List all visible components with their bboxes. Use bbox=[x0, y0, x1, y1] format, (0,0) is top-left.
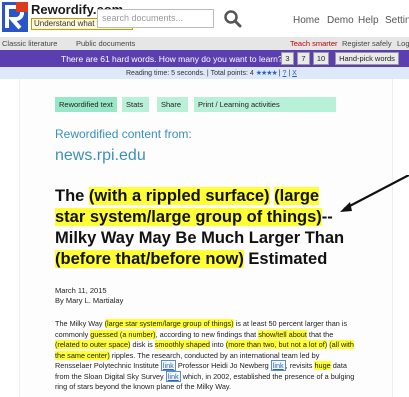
learn-3-button[interactable]: 3 bbox=[281, 52, 294, 65]
source-domain[interactable]: news.rpi.edu bbox=[55, 147, 146, 165]
hard-words-question: There are 61 hard words. How many do you… bbox=[61, 54, 283, 64]
rpi-link[interactable]: link bbox=[160, 360, 176, 371]
login-link[interactable]: Log bbox=[397, 39, 409, 48]
reworded-phrase[interactable]: smoothly shaped bbox=[154, 340, 210, 349]
logo-icon[interactable] bbox=[2, 2, 28, 32]
body-text: The Milky Way bbox=[55, 319, 105, 328]
body-text: , according to new findings that bbox=[155, 329, 259, 339]
tab-print-learning[interactable]: Print / Learning activities bbox=[194, 97, 336, 112]
nav-settings[interactable]: Settings bbox=[385, 15, 409, 26]
reworded-phrase[interactable]: huge bbox=[314, 361, 331, 370]
reading-time-bar: Reading time: 5 seconds. | Total points:… bbox=[0, 67, 409, 79]
article-date: March 11, 2015 bbox=[55, 286, 107, 295]
body-text: , revisits bbox=[285, 361, 315, 370]
register-link[interactable]: Register safely bbox=[342, 39, 392, 48]
reworded-phrase[interactable]: (related to outer space) bbox=[55, 340, 131, 349]
body-text: disk is bbox=[130, 340, 155, 349]
reworded-phrase[interactable]: guessed (a number) bbox=[90, 329, 156, 339]
learn-10-button[interactable]: 10 bbox=[313, 52, 329, 65]
stars-rating: ★★★★ bbox=[255, 70, 278, 77]
learn-7-button[interactable]: 7 bbox=[297, 52, 310, 65]
tab-stats[interactable]: Stats bbox=[122, 97, 149, 112]
nav-demo[interactable]: Demo bbox=[327, 15, 354, 26]
article-headline: The (with a rippled surface) (large star… bbox=[55, 186, 345, 270]
search-icon[interactable] bbox=[223, 9, 243, 29]
source-label: Rewordified content from: bbox=[55, 127, 192, 141]
newberg-link[interactable]: link bbox=[270, 360, 286, 371]
reworded-phrase[interactable]: (more than two, but not a lot of) bbox=[225, 340, 328, 349]
arrow-graphic bbox=[340, 175, 409, 212]
search-input[interactable]: search documents... bbox=[97, 9, 214, 28]
hand-pick-button[interactable]: Hand-pick words bbox=[335, 52, 399, 65]
article-byline: By Mary L. Martialay bbox=[55, 296, 124, 305]
teach-smarter-link[interactable]: Teach smarter bbox=[290, 39, 338, 48]
help-link[interactable]: ? bbox=[283, 70, 287, 77]
reworded-phrase[interactable]: show/tell about bbox=[258, 329, 307, 339]
hard-words-bar: There are 61 hard words. How many do you… bbox=[0, 50, 409, 67]
reading-time-label: Reading time: 5 seconds. | Total points:… bbox=[126, 70, 254, 77]
sub-nav: Classic literature Public documents Teac… bbox=[0, 37, 409, 50]
headline-highlight[interactable]: (before that/before now) bbox=[55, 250, 244, 268]
headline-text: The bbox=[55, 187, 89, 205]
reading-time-text: Reading time: 5 seconds. | Total points:… bbox=[126, 70, 297, 77]
nav-home[interactable]: Home bbox=[293, 15, 320, 26]
body-text: Professor Heidi Jo Newberg bbox=[175, 361, 271, 370]
tab-share[interactable]: Share bbox=[157, 97, 188, 112]
tab-rewordified-text[interactable]: Rewordified text bbox=[55, 97, 117, 112]
body-text: that the bbox=[306, 329, 334, 339]
public-documents-link[interactable]: Public documents bbox=[76, 39, 135, 48]
article-body: The Milky Way (large star system/large g… bbox=[55, 319, 355, 393]
top-header: Rewordify.com Understand what you read. … bbox=[0, 0, 409, 37]
close-link[interactable]: X bbox=[292, 70, 297, 77]
headline-highlight[interactable]: (with a rippled surface) bbox=[88, 187, 270, 205]
classic-literature-link[interactable]: Classic literature bbox=[2, 39, 57, 48]
reworded-phrase[interactable]: (large star system/large group of things… bbox=[104, 319, 234, 328]
headline-text: Estimated bbox=[243, 250, 328, 268]
body-text: into bbox=[209, 340, 226, 349]
sdss-link[interactable]: link bbox=[165, 370, 181, 382]
nav-help[interactable]: Help bbox=[358, 15, 379, 26]
